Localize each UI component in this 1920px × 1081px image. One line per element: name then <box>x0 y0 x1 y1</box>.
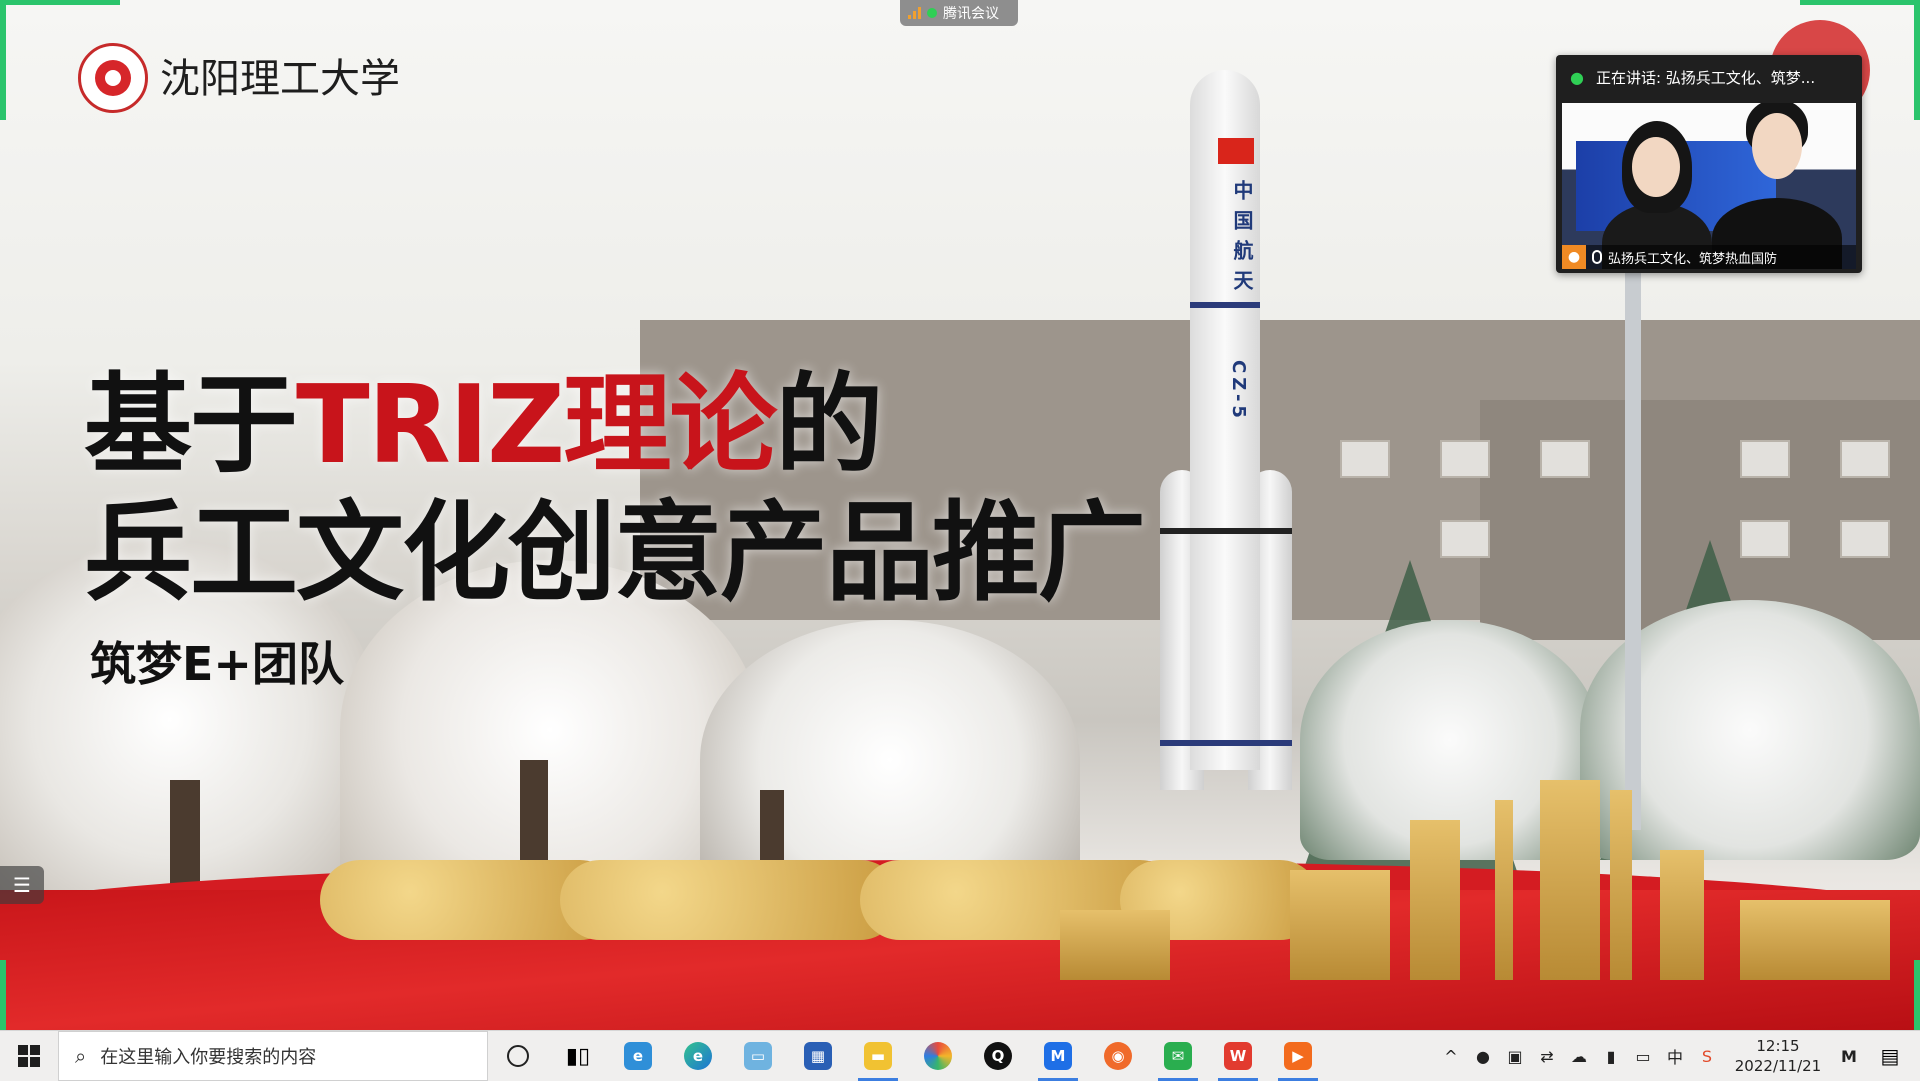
ime-indicator[interactable]: 中 <box>1664 1044 1686 1068</box>
share-border-indicator <box>0 0 120 5</box>
rocket-band <box>1160 528 1292 534</box>
pinwheel-icon[interactable] <box>908 1031 968 1081</box>
building-window <box>1540 440 1590 478</box>
signal-icon <box>908 7 921 19</box>
task-view-icon[interactable]: ▮▯ <box>548 1031 608 1081</box>
rocket-model: CZ-5 <box>1228 360 1249 422</box>
share-border-indicator <box>0 0 6 120</box>
app-tray-icon[interactable]: ▣ <box>1504 1047 1526 1066</box>
microphone-icon <box>1592 250 1602 264</box>
file-explorer-icon[interactable]: ▬ <box>848 1031 908 1081</box>
search-icon: ⌕ <box>75 1044 87 1068</box>
lamp-post <box>1625 270 1641 830</box>
participant-face <box>1632 137 1680 197</box>
rocket <box>1190 70 1260 770</box>
speaking-status: 正在讲话: 弘扬兵工文化、筑梦... <box>1595 69 1816 87</box>
share-border-indicator <box>0 960 6 1030</box>
battery-icon[interactable]: ▭ <box>1632 1047 1654 1066</box>
participant-name-bar: ● 弘扬兵工文化、筑梦热血国防 <box>1562 245 1856 269</box>
tencent-meeting-icon[interactable]: M <box>1028 1031 1088 1081</box>
taskbar-search-box[interactable]: ⌕ 在这里输入你要搜索的内容 <box>58 1031 488 1081</box>
building-silhouette <box>1540 780 1600 980</box>
building-window <box>1440 440 1490 478</box>
notification-center-icon[interactable]: ▤ <box>1870 1031 1910 1081</box>
slide-title-line1: 基于TRIZ理论的 <box>84 363 883 488</box>
temple-silhouette <box>1290 870 1390 980</box>
tower-silhouette <box>1610 790 1632 980</box>
tower-silhouette <box>1495 800 1513 980</box>
browser-icon[interactable]: ◉ <box>1088 1031 1148 1081</box>
store-icon[interactable]: ▦ <box>788 1031 848 1081</box>
clock-date: 2022/11/21 <box>1734 1057 1822 1075</box>
participant-face <box>1752 113 1802 179</box>
building-window <box>1840 520 1890 558</box>
computer-icon[interactable]: ▭ <box>728 1031 788 1081</box>
share-border-indicator <box>1800 0 1920 5</box>
building-window <box>1340 440 1390 478</box>
wps-icon[interactable]: W <box>1208 1031 1268 1081</box>
microphone-tray-icon[interactable]: ▮ <box>1600 1047 1622 1066</box>
video-player-icon[interactable]: ▶ <box>1268 1031 1328 1081</box>
chevron-up-icon[interactable]: ^ <box>1440 1047 1462 1066</box>
status-dot-icon <box>927 8 937 18</box>
building-window <box>1440 520 1490 558</box>
share-border-indicator <box>1914 0 1920 120</box>
search-placeholder: 在这里输入你要搜索的内容 <box>100 1047 317 1068</box>
meeting-app-label: 腾讯会议 <box>943 6 999 22</box>
meeting-status-pill[interactable]: 腾讯会议 <box>900 0 1018 26</box>
windows-taskbar: ⌕ 在这里输入你要搜索的内容 ▮▯ e e ▭ ▦ ▬ Q M ◉ ✉ W ▶ … <box>0 1030 1920 1081</box>
building-silhouette <box>1410 820 1460 980</box>
windows-icon <box>18 1045 40 1067</box>
city-silhouette <box>1060 910 1170 980</box>
share-border-indicator <box>1914 960 1920 1030</box>
person-icon: ● <box>1562 245 1586 269</box>
start-button[interactable] <box>0 1031 58 1081</box>
cortana-icon[interactable] <box>488 1031 548 1081</box>
china-flag <box>1218 138 1254 164</box>
clock-time: 12:15 <box>1756 1037 1800 1055</box>
gold-cloud-decoration <box>560 860 900 940</box>
slide-title-line2: 兵工文化创意产品推广 <box>84 491 1146 616</box>
rocket-band <box>1190 302 1260 308</box>
slide-canvas: 中国航天 CZ-5 沈阳理工大学 基于TRIZ理论的 兵工文化创意产品推广 筑梦… <box>0 0 1920 1030</box>
microphone-icon: ● <box>1570 68 1584 87</box>
network-transfer-icon[interactable]: ⇄ <box>1536 1047 1558 1066</box>
building-window <box>1840 440 1890 478</box>
menu-list-icon[interactable]: ☰ <box>0 866 44 904</box>
system-tray: ^ ● ▣ ⇄ ☁ ▮ ▭ 中 S 12:15 2022/11/21 M ▤ <box>1440 1031 1920 1081</box>
university-name: 沈阳理工大学 <box>160 56 400 102</box>
building-window <box>1740 440 1790 478</box>
ie-icon[interactable]: e <box>608 1031 668 1081</box>
sogou-icon[interactable]: S <box>1696 1047 1718 1066</box>
m-app-icon[interactable]: M <box>1838 1047 1860 1066</box>
speaker-video-panel[interactable]: ● 正在讲话: 弘扬兵工文化、筑梦... ● 弘扬兵工文化、筑梦热血国防 <box>1556 55 1862 273</box>
pagoda-silhouette <box>1660 850 1704 980</box>
team-name: 筑梦E+团队 <box>90 637 344 691</box>
rocket-label: 中国航天 <box>1230 180 1254 300</box>
clock[interactable]: 12:15 2022/11/21 <box>1728 1036 1828 1076</box>
wechat-icon[interactable]: ✉ <box>1148 1031 1208 1081</box>
qq-tray-icon[interactable]: ● <box>1472 1047 1494 1066</box>
gate-silhouette <box>1740 900 1890 980</box>
snowy-tree <box>700 620 1080 900</box>
cloud-icon[interactable]: ☁ <box>1568 1047 1590 1066</box>
qq-icon[interactable]: Q <box>968 1031 1028 1081</box>
rocket-band <box>1160 740 1292 746</box>
speaker-header: ● 正在讲话: 弘扬兵工文化、筑梦... <box>1556 55 1862 100</box>
participant-name: 弘扬兵工文化、筑梦热血国防 <box>1608 251 1778 267</box>
university-logo <box>78 43 148 113</box>
edge-icon[interactable]: e <box>668 1031 728 1081</box>
